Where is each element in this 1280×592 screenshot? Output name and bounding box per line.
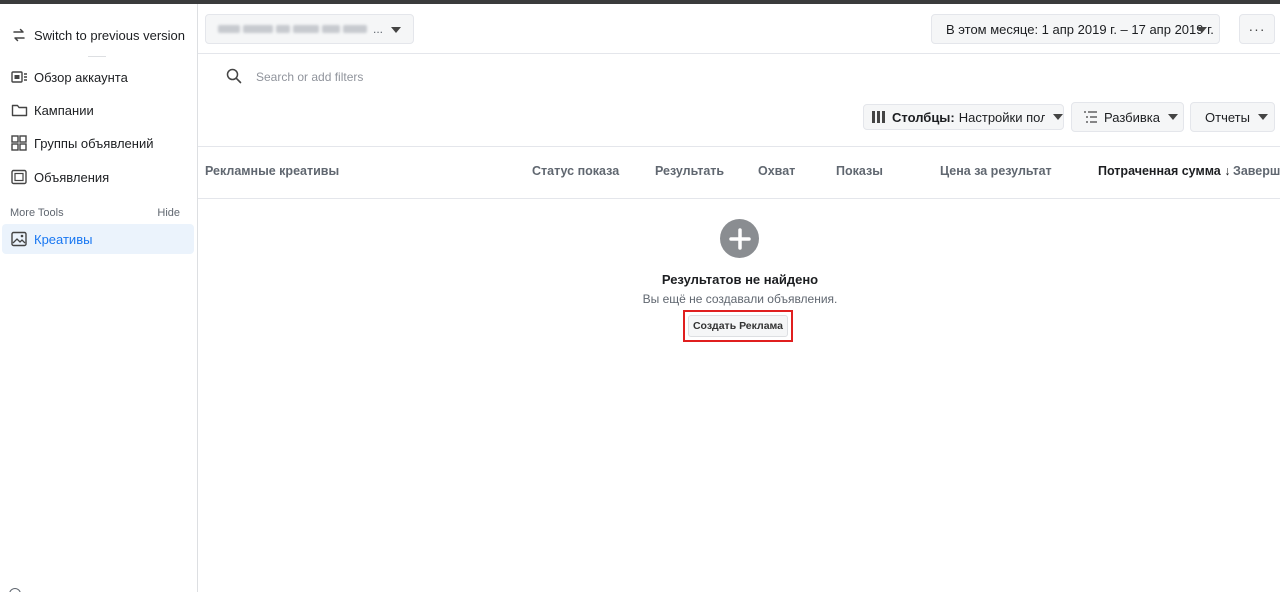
breakdown-button[interactable]: Разбивка (1071, 102, 1184, 132)
date-range-picker[interactable]: В этом месяце: 1 апр 2019 г. – 17 апр 20… (931, 14, 1220, 44)
sidebar-item-label: Кампании (34, 102, 94, 118)
switch-version-link[interactable]: Switch to previous version (2, 20, 194, 50)
toolbar-divider (198, 146, 1280, 147)
empty-state-subtitle: Вы ещё не создавали объявления. (642, 292, 838, 306)
sidebar-item-label: Группы объявлений (34, 135, 154, 151)
breakdown-icon (1084, 111, 1097, 123)
ad-sets-grid-icon (10, 134, 28, 152)
blurred-account-name (218, 25, 367, 33)
reports-label: Отчеты (1205, 109, 1250, 125)
table-header-divider (198, 198, 1280, 199)
column-header-delivery[interactable]: Статус показа (532, 164, 619, 178)
create-ad-button[interactable]: Создать Реклама (688, 315, 788, 337)
sidebar-item-label: Обзор аккаунта (34, 69, 128, 85)
image-icon (10, 230, 28, 248)
chevron-down-icon (391, 27, 401, 33)
plus-icon (720, 219, 759, 258)
date-range-label: В этом месяце: 1 апр 2019 г. – 17 апр 20… (946, 21, 1214, 37)
sidebar-item-ads[interactable]: Объявления (2, 162, 194, 192)
columns-label: Столбцы: (892, 109, 955, 125)
columns-icon (872, 111, 886, 123)
column-header-impressions[interactable]: Показы (836, 164, 883, 178)
reports-button[interactable]: Отчеты (1190, 102, 1275, 132)
column-header-results[interactable]: Результать (655, 164, 724, 178)
column-header-reach[interactable]: Охват (758, 164, 795, 178)
sidebar-item-creatives[interactable]: Креативы (2, 224, 194, 254)
header-divider (198, 53, 1280, 54)
column-header-ends[interactable]: Заверше (1233, 164, 1280, 178)
account-name-suffix: ... (373, 22, 384, 36)
chevron-down-icon (1197, 27, 1207, 33)
sidebar: Switch to previous version Обзор аккаунт… (0, 4, 198, 592)
column-header-creatives[interactable]: Рекламные креативы (205, 164, 339, 178)
sidebar-item-label: Объявления (34, 169, 110, 185)
sidebar-item-ad-sets[interactable]: Группы объявлений (2, 128, 194, 158)
column-header-amount-spent[interactable]: Потраченная сумма ↓ (1098, 164, 1230, 178)
more-options-button[interactable]: ··· (1239, 14, 1275, 44)
sidebar-item-campaigns[interactable]: Кампании (2, 95, 194, 125)
search-bar (226, 68, 556, 86)
chevron-down-icon (1167, 114, 1178, 120)
search-icon (226, 68, 244, 86)
chevron-down-icon (1053, 114, 1063, 120)
sidebar-item-account-overview[interactable]: Обзор аккаунта (2, 62, 194, 92)
breakdown-label: Разбивка (1104, 109, 1160, 125)
account-selector[interactable]: ... (205, 14, 414, 44)
switch-arrows-icon (10, 26, 28, 44)
columns-value: Настройки поль: (958, 109, 1045, 125)
account-overview-icon (10, 68, 28, 86)
hide-more-tools-link[interactable]: Hide (157, 207, 180, 219)
switch-version-label: Switch to previous version (34, 27, 186, 43)
ads-icon (10, 168, 28, 186)
search-input[interactable] (256, 70, 556, 84)
sidebar-divider (88, 56, 106, 57)
folder-icon (10, 101, 28, 119)
column-header-cost-per-result[interactable]: Цена за результат (940, 164, 1052, 178)
help-icon[interactable] (9, 588, 21, 592)
more-dots-icon: ··· (1248, 21, 1266, 37)
columns-button[interactable]: Столбцы: Настройки поль: (863, 104, 1064, 130)
empty-state-title: Результатов не найдено (661, 272, 819, 287)
sidebar-item-label: Креативы (34, 231, 93, 247)
chevron-down-icon (1257, 114, 1268, 120)
more-tools-header: More Tools Hide (10, 207, 180, 219)
more-tools-label: More Tools (10, 207, 64, 219)
